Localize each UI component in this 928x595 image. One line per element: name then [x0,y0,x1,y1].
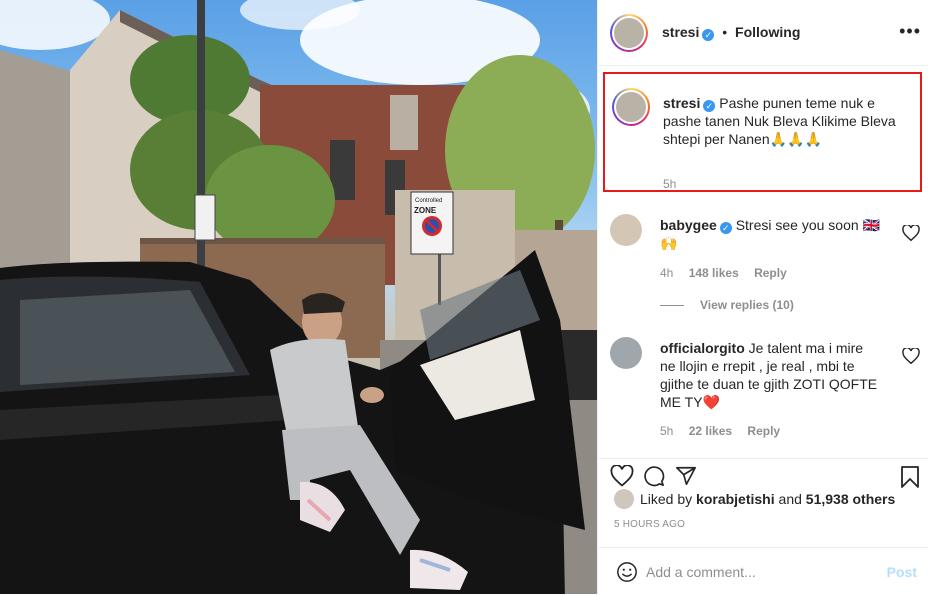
comment-username[interactable]: babygee [660,217,717,233]
add-comment-input[interactable]: Add a comment... [646,564,756,580]
liked-by-others[interactable]: 51,938 others [806,491,896,507]
caption-text-block: stresi ✓ Pashe punen teme nuk e pashe tan… [663,94,913,148]
caption-avatar[interactable] [616,92,646,122]
view-replies[interactable]: View replies (10) [660,298,794,312]
comment-text-block: officialorgito Je talent ma i mire ne ll… [660,339,882,411]
like-comment-heart-icon[interactable] [902,348,920,364]
emoji-icon[interactable] [616,561,638,583]
share-icon[interactable] [674,465,698,487]
post-photo[interactable]: Controlled ZONE [0,0,597,594]
like-heart-icon[interactable] [610,465,634,487]
post-side-panel: stresi ✓ • Following ••• stresi ✓ Pashe pu… [597,0,928,594]
photo-illustration: Controlled ZONE [0,0,597,594]
comment-likes[interactable]: 148 likes [689,266,739,280]
post-header: stresi ✓ • Following ••• [598,0,928,66]
more-horizontal-icon[interactable]: ••• [899,22,921,40]
liked-by: Liked by korabjetishi and 51,938 others [614,489,895,509]
action-icons [610,465,698,487]
post-timestamp[interactable]: 5 HOURS AGO [614,519,685,530]
comment-avatar[interactable] [610,214,642,246]
view-replies-label[interactable]: View replies (10) [700,298,794,312]
add-comment-bar: Add a comment... Post [598,547,928,595]
reply-button[interactable]: Reply [754,266,787,280]
separator-dot: • [722,24,728,40]
replies-line [660,304,684,306]
comment-username[interactable]: officialorgito [660,340,745,356]
comment-meta: 5h 22 likes Reply [660,424,792,438]
liked-by-and: and [778,491,802,507]
comment-meta: 4h 148 likes Reply [660,266,799,280]
comment-time[interactable]: 5h [660,424,673,438]
post-button[interactable]: Post [887,564,917,580]
sign-text-1: Controlled [415,198,442,204]
comment-icon[interactable] [642,465,666,487]
header-username[interactable]: stresi [662,24,699,40]
liked-by-prefix: Liked by [640,491,693,507]
following-button[interactable]: Following [735,24,800,40]
avatar[interactable] [614,17,644,48]
story-ring[interactable] [610,13,648,52]
caption-username[interactable]: stresi [663,95,700,111]
verified-icon: ✓ [702,29,715,41]
comment-likes[interactable]: 22 likes [689,424,732,438]
post-actions: Liked by korabjetishi and 51,938 others … [598,458,928,595]
comment-avatar[interactable] [610,337,642,369]
caption-time[interactable]: 5h [663,177,676,191]
like-comment-heart-icon[interactable] [902,225,920,241]
comment-text-block: babygee ✓ Stresi see you soon 🇬🇧🙌 [660,216,882,252]
caption-highlight: stresi ✓ Pashe punen teme nuk e pashe tan… [603,72,922,192]
sign-text-2: ZONE [414,206,437,215]
liked-by-user[interactable]: korabjetishi [696,491,775,507]
liked-by-avatar[interactable] [614,489,634,509]
caption-story-ring[interactable] [612,88,650,126]
reply-button[interactable]: Reply [747,424,780,438]
verified-icon: ✓ [719,222,732,234]
bookmark-icon[interactable] [899,465,921,489]
verified-icon: ✓ [703,100,716,112]
comment-time[interactable]: 4h [660,266,673,280]
